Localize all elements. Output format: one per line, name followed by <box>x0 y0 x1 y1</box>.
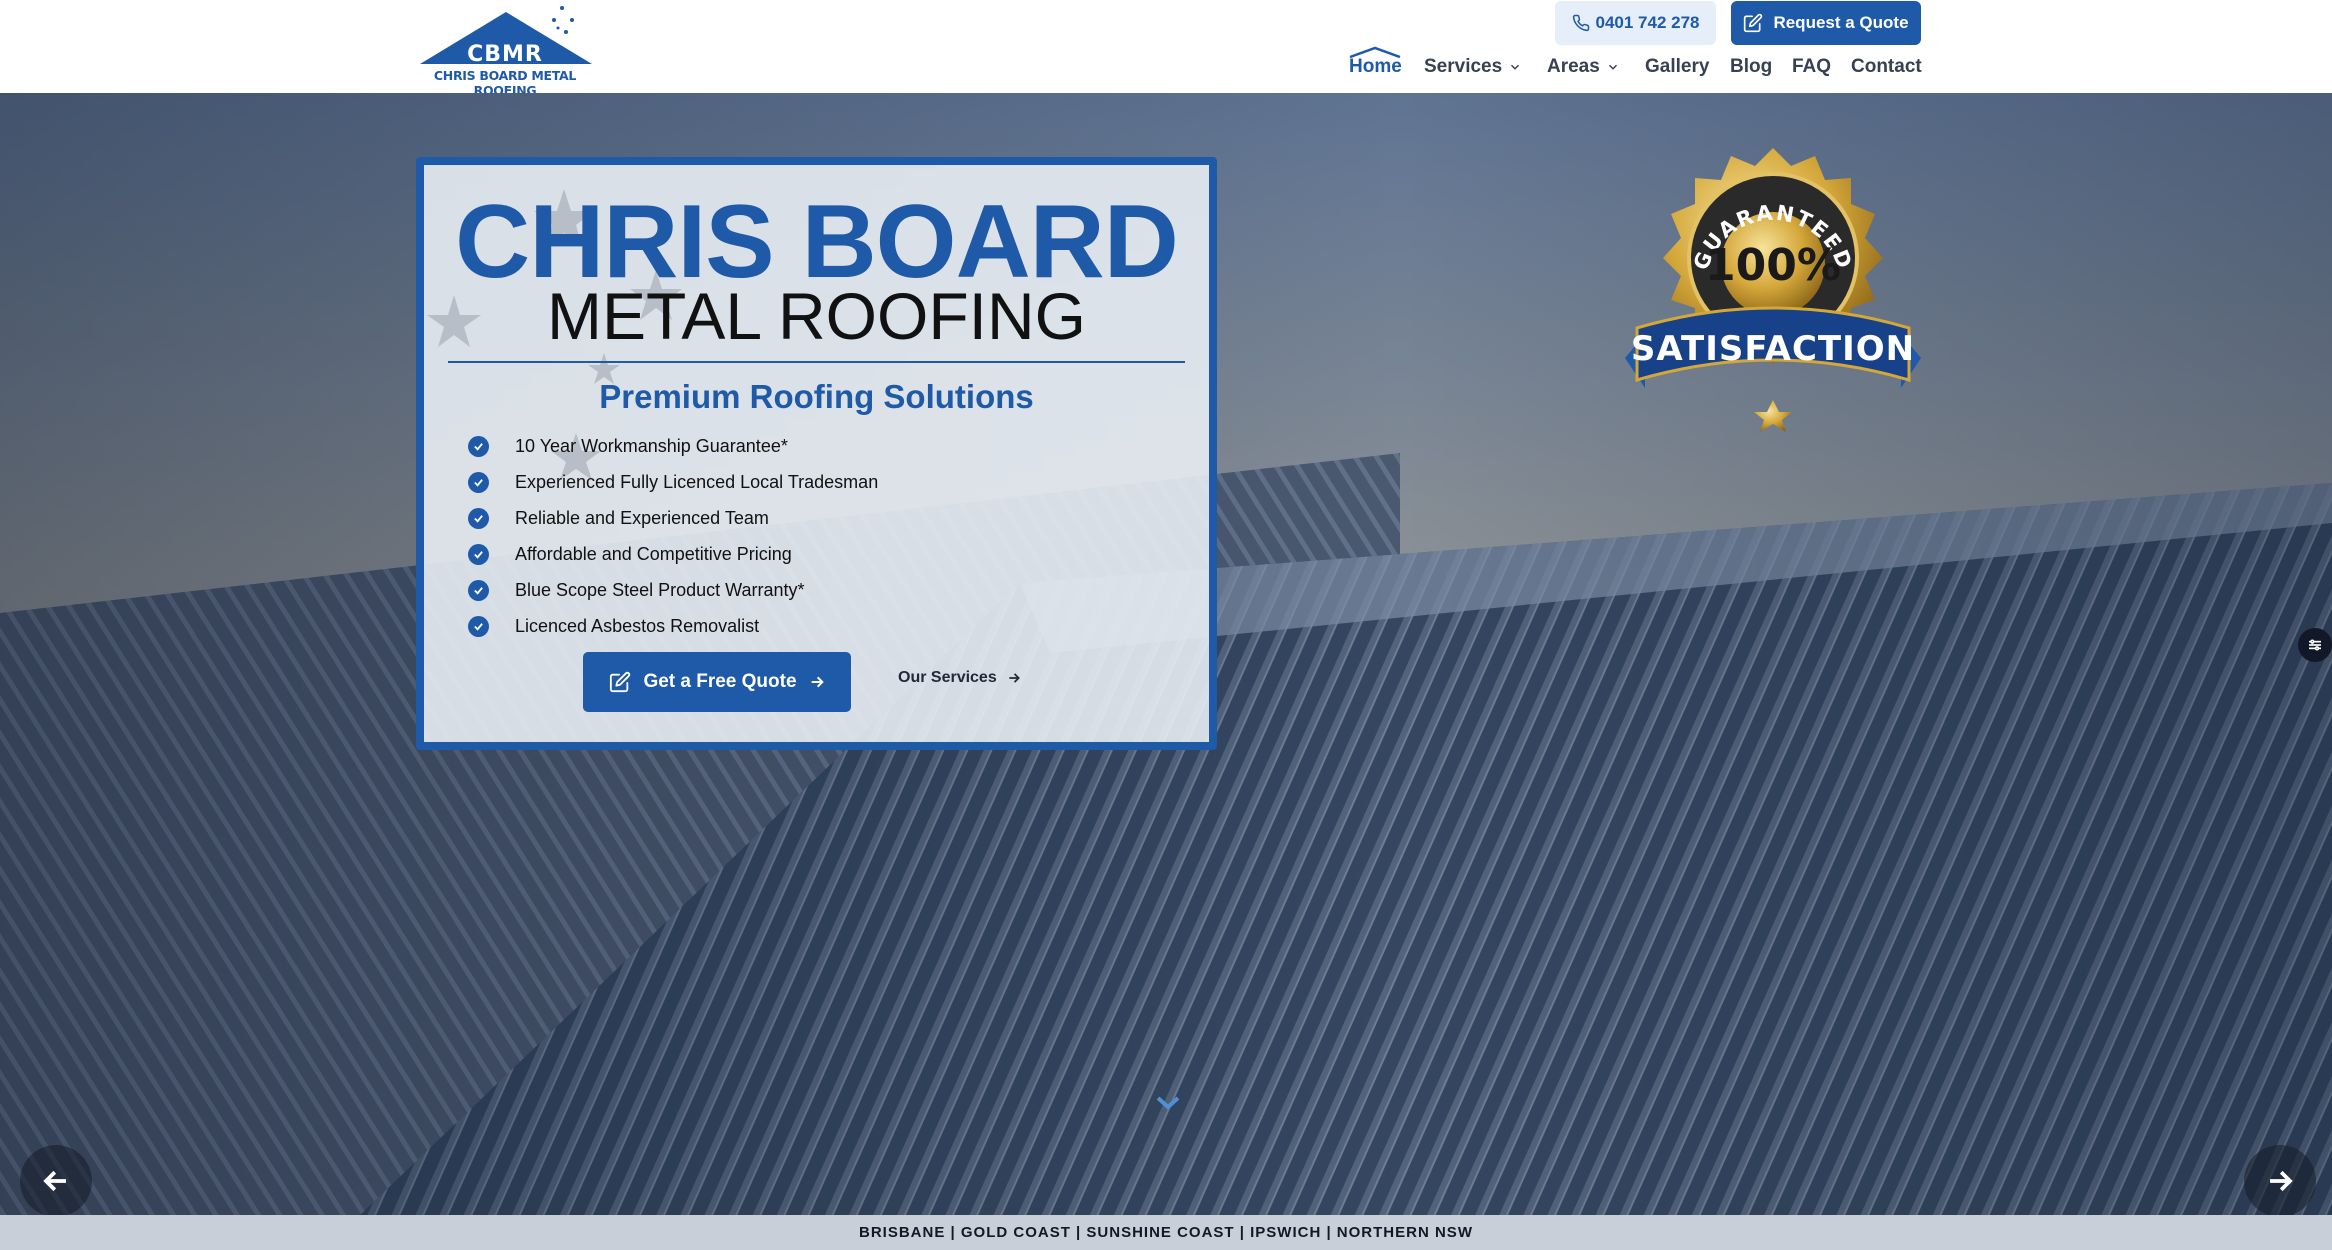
check-icon <box>468 543 489 565</box>
feature-list: 10 Year Workmanship Guarantee* Experienc… <box>468 428 878 644</box>
nav-label-contact: Contact <box>1851 56 1922 77</box>
free-quote-button[interactable]: Get a Free Quote <box>583 652 851 712</box>
feature-text: Reliable and Experienced Team <box>515 507 769 528</box>
nav-item-gallery[interactable]: Gallery <box>1645 56 1709 78</box>
hero-subtitle: METAL ROOFING <box>546 279 1087 353</box>
list-item: Licenced Asbestos Removalist <box>468 608 878 644</box>
roof-icon <box>1349 46 1401 58</box>
list-item: Reliable and Experienced Team <box>468 500 878 536</box>
feature-text: 10 Year Workmanship Guarantee* <box>515 435 788 456</box>
nav-label-faq: FAQ <box>1792 56 1832 77</box>
our-services-link[interactable]: Our Services <box>898 669 1021 687</box>
divider <box>448 361 1185 363</box>
check-icon <box>468 471 489 493</box>
service-areas-strip: BRISBANE | GOLD COAST | SUNSHINE COAST |… <box>0 1215 2332 1250</box>
badge-banner-text: SATISFACTION <box>1631 329 1915 369</box>
site-header: CBMR CHRIS BOARD METAL ROOFING 0401 742 … <box>0 0 2332 98</box>
chevron-down-icon <box>1606 60 1620 74</box>
sliders-icon <box>2307 637 2323 653</box>
slider-next-button[interactable] <box>2244 1145 2316 1215</box>
feature-text: Affordable and Competitive Pricing <box>515 543 792 564</box>
nav-label-blog: Blog <box>1730 56 1773 77</box>
nav-item-blog[interactable]: Blog <box>1730 56 1772 78</box>
hero-tagline: Premium Roofing Solutions <box>599 378 1034 415</box>
list-item: Experienced Fully Licenced Local Tradesm… <box>468 464 878 500</box>
list-item: 10 Year Workmanship Guarantee* <box>468 428 878 464</box>
check-icon <box>468 615 489 637</box>
nav-item-faq[interactable]: FAQ <box>1792 56 1831 78</box>
main-nav: Home Services Areas Gallery Blog FAQ Con… <box>0 46 2332 84</box>
phone-label: 0401 742 278 <box>1595 13 1700 32</box>
nav-item-services[interactable]: Services <box>1424 56 1522 78</box>
nav-label-gallery: Gallery <box>1645 56 1710 77</box>
feature-text: Blue Scope Steel Product Warranty* <box>515 579 805 600</box>
nav-label-services: Services <box>1424 56 1503 77</box>
chevron-down-icon <box>1508 60 1522 74</box>
check-icon <box>468 435 489 457</box>
request-quote-button[interactable]: Request a Quote <box>1731 1 1921 45</box>
nav-item-areas[interactable]: Areas <box>1547 56 1620 78</box>
edit-icon <box>609 671 631 693</box>
satisfaction-badge: GUARANTEED 100% SATISFACTION <box>1625 148 1921 434</box>
list-item: Blue Scope Steel Product Warranty* <box>468 572 878 608</box>
check-icon <box>468 507 489 529</box>
accessibility-widget-button[interactable] <box>2298 628 2332 662</box>
list-item: Affordable and Competitive Pricing <box>468 536 878 572</box>
guarantee-seal-icon: GUARANTEED 100% SATISFACTION <box>1625 148 1921 432</box>
arrow-right-icon <box>2265 1166 2295 1196</box>
phone-button[interactable]: 0401 742 278 <box>1555 1 1716 45</box>
free-quote-label: Get a Free Quote <box>643 671 797 692</box>
badge-value: 100% <box>1705 240 1841 291</box>
check-icon <box>468 579 489 601</box>
hero-section: CHRIS BOARD METAL ROOFING Premium Roofin… <box>0 93 2332 1215</box>
hero-card: CHRIS BOARD METAL ROOFING Premium Roofin… <box>416 157 1217 750</box>
nav-item-home[interactable]: Home <box>1349 46 1402 78</box>
phone-icon <box>1572 14 1590 32</box>
feature-text: Licenced Asbestos Removalist <box>515 615 760 636</box>
arrow-right-icon <box>809 674 825 690</box>
nav-label-areas: Areas <box>1547 56 1600 77</box>
nav-item-contact[interactable]: Contact <box>1851 56 1922 78</box>
scroll-down-icon[interactable] <box>1156 1095 1180 1116</box>
arrow-right-icon <box>1007 671 1021 685</box>
our-services-label: Our Services <box>898 669 997 686</box>
nav-label-home: Home <box>1349 56 1402 77</box>
edit-icon <box>1743 13 1763 33</box>
slider-prev-button[interactable] <box>20 1145 92 1215</box>
request-quote-label: Request a Quote <box>1773 13 1909 32</box>
arrow-left-icon <box>41 1166 71 1196</box>
feature-text: Experienced Fully Licenced Local Tradesm… <box>515 471 879 492</box>
